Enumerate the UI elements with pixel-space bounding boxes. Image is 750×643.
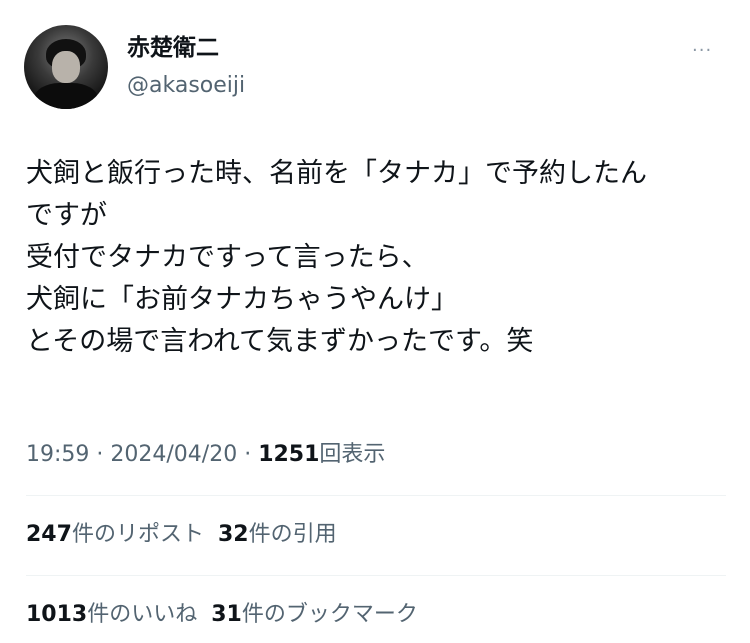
stats-row-reposts: 247件のリポスト 32件の引用 [26, 519, 337, 551]
avatar-body [34, 83, 98, 109]
views-count: 1251 [258, 442, 320, 467]
likes-label: 件のいいね [87, 602, 198, 627]
tweet-line: ですが [26, 200, 107, 231]
likes-count: 1013 [26, 602, 88, 627]
views-label: 回表示 [319, 442, 386, 467]
reposts-link[interactable]: 247件のリポスト [26, 522, 204, 547]
author-handle[interactable]: @akasoeiji [127, 72, 245, 100]
author-name[interactable]: 赤楚衛二 [127, 33, 219, 63]
quotes-link[interactable]: 32件の引用 [218, 522, 337, 547]
tweet-line: 犬飼に「お前タナカちゃうやんけ」 [26, 284, 458, 315]
bookmarks-link[interactable]: 31件のブックマーク [211, 602, 418, 627]
quotes-label: 件の引用 [248, 522, 337, 547]
tweet-line: とその場で言われて気まずかったです。笑 [26, 326, 534, 357]
quotes-count: 32 [217, 522, 249, 547]
tweet-line: 受付でタナカですって言ったら、 [26, 242, 429, 273]
tweet-date[interactable]: 2024/04/20 [110, 442, 237, 467]
avatar-face [52, 51, 80, 83]
meta-separator: · [89, 442, 111, 467]
reposts-label: 件のリポスト [71, 522, 204, 547]
tweet-line: 犬飼と飯行った時、名前を「タナカ」で予約したん [26, 158, 647, 189]
likes-link[interactable]: 1013件のいいね [26, 602, 197, 627]
tweet-time[interactable]: 19:59 [26, 442, 89, 467]
more-options-icon[interactable]: ··· [692, 40, 712, 61]
divider [26, 495, 726, 496]
meta-separator: · [237, 442, 259, 467]
tweet-text: 犬飼と飯行った時、名前を「タナカ」で予約したん ですが 受付でタナカですって言っ… [26, 153, 726, 363]
author-avatar[interactable] [24, 25, 108, 109]
tweet-meta: 19:59 · 2024/04/20 · 1251回表示 [26, 440, 385, 470]
reposts-count: 247 [26, 522, 72, 547]
stats-row-likes: 1013件のいいね 31件のブックマーク [26, 599, 418, 631]
divider [26, 575, 726, 576]
bookmarks-label: 件のブックマーク [241, 602, 418, 627]
bookmarks-count: 31 [211, 602, 242, 627]
